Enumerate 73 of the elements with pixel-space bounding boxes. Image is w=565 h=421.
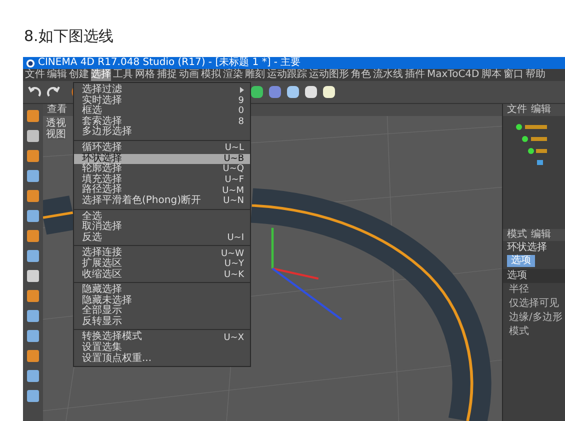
menu-option[interactable]: 反选 U~I [74, 232, 250, 244]
menu-option[interactable]: 路径选择 U~M [74, 185, 250, 196]
curved-band-drawing [43, 194, 76, 236]
panel-menu-item[interactable]: 文件 [507, 104, 527, 116]
viewport-menu[interactable]: 查看 [47, 104, 67, 116]
menu-item[interactable]: 雕刻 [245, 69, 265, 81]
menu-option[interactable]: 选择连接 U~W [74, 248, 250, 259]
menu-option[interactable]: 选择平滑着色(Phong)断开 U~N [74, 196, 250, 207]
object-tool-icon[interactable] [321, 84, 337, 100]
field-label: 边缘/多边形 [508, 311, 564, 325]
menu-option[interactable]: 隐藏选择 [74, 285, 250, 296]
menu-item[interactable]: 运动跟踪 [267, 69, 307, 81]
menu-item[interactable]: 创建 [69, 69, 89, 81]
menu-option[interactable]: 取消选择 [74, 222, 250, 233]
tool-icon[interactable] [25, 288, 41, 304]
app-logo-icon [26, 58, 35, 68]
section-header: 选项 [503, 269, 565, 283]
menu-option[interactable]: 收缩选区 U~K [74, 270, 250, 280]
menu-option[interactable]: 循环选择 U~L [74, 142, 250, 154]
menu-item[interactable]: 帮助 [525, 69, 546, 81]
menu-item[interactable]: 插件 [405, 69, 425, 81]
menu-item[interactable]: 窗口 [503, 69, 524, 81]
field-label: 仅选择可见 [508, 297, 560, 311]
tool-icon[interactable] [25, 148, 41, 164]
menu-option[interactable]: 反转显示 [74, 316, 250, 328]
menu-item[interactable]: 网格 [135, 69, 155, 81]
menu-option[interactable]: 全部显示 [74, 306, 250, 317]
menu-item[interactable]: 编辑 [47, 69, 67, 81]
menu-option[interactable]: 扩展选区 U~Y [74, 258, 250, 270]
menu-option[interactable]: 框选 0 [74, 106, 250, 117]
menu-item[interactable]: 运动图形 [309, 69, 349, 81]
menu-option[interactable]: 轮廓选择 U~Q [74, 164, 250, 175]
menu-item[interactable]: 文件 [25, 69, 45, 81]
menu-option[interactable]: 多边形选择 [74, 127, 250, 138]
object-tool-icon[interactable] [285, 84, 301, 100]
tool-title: 环状选择 [506, 241, 548, 254]
window-title: CINEMA 4D R17.048 Studio (R17) - [未标题 1 *] - 主要 [38, 57, 301, 68]
menu-item[interactable]: 角色 [351, 69, 371, 81]
field-label: 半径 [508, 283, 530, 297]
tool-icon[interactable] [25, 388, 41, 404]
menu-item[interactable]: 捕捉 [157, 69, 177, 81]
menu-option[interactable]: 选择过滤 [74, 85, 250, 96]
menu-item[interactable]: 渲染 [223, 69, 243, 81]
tool-icon[interactable] [25, 328, 41, 344]
panel-menu-item[interactable]: 模式 [507, 229, 527, 241]
menu-item[interactable]: 工具 [113, 69, 133, 81]
tool-icon[interactable] [25, 128, 41, 144]
menu-item[interactable]: 脚本 [481, 69, 502, 81]
tool-icon[interactable] [25, 188, 41, 204]
menu-item[interactable]: 模拟 [201, 69, 221, 81]
menu-option[interactable]: 设置选集 [74, 343, 250, 354]
tool-icon[interactable] [25, 348, 41, 364]
tool-icon[interactable] [25, 208, 41, 224]
menu-item[interactable]: 流水线 [373, 69, 403, 81]
tool-icon[interactable] [25, 248, 41, 264]
panel-menu-item[interactable]: 编辑 [531, 104, 551, 116]
menu-item[interactable]: 选择 [91, 69, 111, 81]
menu-item[interactable]: 动画 [179, 69, 199, 81]
object-tool-icon[interactable] [303, 84, 319, 100]
viewport-label: 透视视图 [46, 118, 66, 140]
tool-icon[interactable] [25, 228, 41, 244]
step-heading: 8.如下图选线 [23, 26, 114, 47]
tool-icon[interactable] [25, 308, 41, 324]
tool-icon[interactable] [25, 268, 41, 284]
menu-option[interactable]: 设置顶点权重... [74, 354, 250, 364]
tool-icon[interactable] [25, 368, 41, 384]
panel-menu-item[interactable]: 编辑 [531, 229, 551, 241]
menu-option[interactable]: 环状选择 U~B [74, 154, 250, 164]
object-tool-icon[interactable] [249, 84, 265, 100]
tool-icon[interactable] [25, 108, 41, 124]
tool-icon[interactable] [25, 168, 41, 184]
menu-item[interactable]: MaxToC4D [427, 69, 480, 81]
field-label: 模式 [508, 325, 530, 339]
